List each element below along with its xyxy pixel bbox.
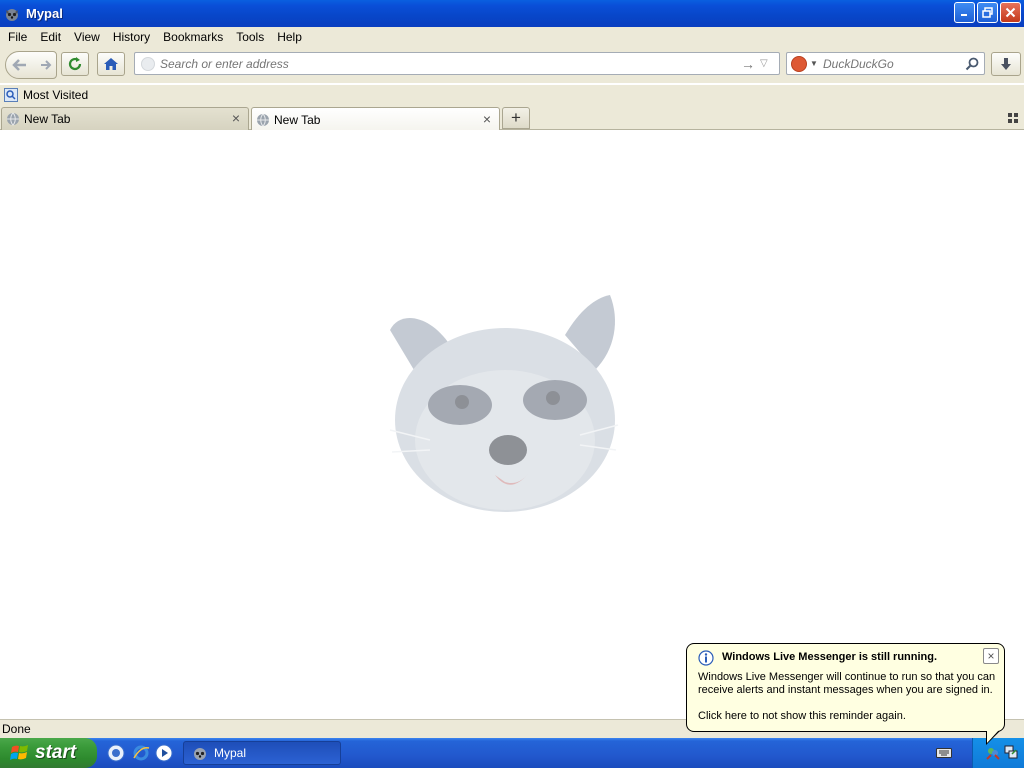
back-button[interactable] <box>6 52 34 78</box>
tab-new-tab-1[interactable]: New Tab × <box>1 107 249 130</box>
search-bar[interactable]: ▼ <box>786 52 985 75</box>
forward-button[interactable] <box>35 52 57 78</box>
windows-logo-icon <box>10 745 28 760</box>
restore-button[interactable] <box>977 2 998 23</box>
raccoon-icon <box>194 748 206 760</box>
list-all-tabs-icon[interactable] <box>1008 113 1020 123</box>
menu-bookmarks[interactable]: Bookmarks <box>158 30 228 44</box>
back-arrow-icon <box>12 59 26 71</box>
tab-title: New Tab <box>274 112 321 127</box>
minimize-icon <box>961 14 967 16</box>
internet-explorer-icon[interactable] <box>132 744 150 762</box>
menu-tools[interactable]: Tools <box>231 30 269 44</box>
reload-button[interactable] <box>61 52 89 76</box>
search-input[interactable] <box>823 56 963 72</box>
new-tab-button[interactable]: + <box>502 107 530 129</box>
menu-help[interactable]: Help <box>272 30 307 44</box>
plus-icon: + <box>511 108 521 127</box>
globe-icon <box>7 112 19 126</box>
go-arrow-icon[interactable]: → <box>741 56 755 72</box>
most-visited-bookmark[interactable]: Most Visited <box>23 88 88 102</box>
messenger-quicklaunch-icon[interactable] <box>107 744 125 762</box>
tab-title: New Tab <box>24 112 71 126</box>
globe-icon <box>257 113 269 127</box>
messenger-tray-icon[interactable] <box>985 745 1001 761</box>
dont-show-reminder-link[interactable]: Click here to not show this reminder aga… <box>698 710 906 722</box>
site-identity-icon[interactable] <box>141 57 155 71</box>
tab-new-tab-2[interactable]: New Tab × <box>251 107 500 131</box>
url-bar[interactable]: → ▽ <box>134 52 780 75</box>
back-forward-group <box>5 51 57 79</box>
taskbar: start Mypal <box>0 738 1024 768</box>
balloon-message: Windows Live Messenger will continue to … <box>698 671 996 696</box>
magnifier-icon[interactable] <box>964 56 980 72</box>
start-button[interactable]: start <box>0 738 97 768</box>
menu-history[interactable]: History <box>108 30 155 44</box>
raccoon-icon <box>6 8 18 21</box>
bookmarks-toolbar: Most Visited <box>0 85 1024 105</box>
close-icon: × <box>987 649 995 663</box>
menu-view[interactable]: View <box>69 30 105 44</box>
forward-arrow-icon <box>41 60 52 70</box>
info-icon <box>698 650 714 666</box>
menu-file[interactable]: File <box>3 30 32 44</box>
minimize-button[interactable] <box>954 2 975 23</box>
navigation-toolbar: → ▽ ▼ <box>0 47 1024 83</box>
taskbar-item-mypal[interactable]: Mypal <box>183 741 341 765</box>
address-input[interactable] <box>160 56 720 72</box>
home-button[interactable] <box>97 52 125 76</box>
close-tab-icon[interactable]: × <box>229 111 243 126</box>
balloon-pointer-fill <box>987 730 999 743</box>
balloon-title: Windows Live Messenger is still running. <box>722 651 938 663</box>
menu-bar: File Edit View History Bookmarks Tools H… <box>0 27 1024 47</box>
close-button[interactable] <box>1000 2 1021 23</box>
downloads-button[interactable] <box>991 52 1021 76</box>
media-player-icon[interactable] <box>155 744 173 762</box>
home-icon <box>104 58 118 70</box>
close-tab-icon[interactable]: × <box>480 112 494 127</box>
url-dropdown-icon[interactable]: ▽ <box>760 56 774 72</box>
start-label: start <box>35 742 77 763</box>
status-text: Done <box>2 722 31 736</box>
most-visited-icon <box>4 88 18 102</box>
search-engine-dropdown-icon[interactable]: ▼ <box>810 56 818 72</box>
duckduckgo-icon[interactable] <box>791 56 807 72</box>
taskbar-item-label: Mypal <box>214 746 247 760</box>
download-arrow-icon <box>1001 58 1011 70</box>
page-content[interactable] <box>0 130 1024 718</box>
menu-edit[interactable]: Edit <box>35 30 66 44</box>
network-tray-icon[interactable] <box>1003 744 1019 760</box>
keyboard-icon[interactable] <box>936 746 952 760</box>
reload-icon <box>68 57 82 71</box>
balloon-close-button[interactable]: × <box>983 648 999 664</box>
notification-balloon[interactable]: Windows Live Messenger is still running.… <box>686 643 1005 732</box>
raccoon-logo-image <box>389 295 619 512</box>
tab-strip: New Tab × New Tab × + <box>0 105 1024 131</box>
window-title: Mypal <box>26 6 63 21</box>
close-icon <box>1005 7 1016 18</box>
restore-icon <box>982 7 993 18</box>
title-bar[interactable]: Mypal <box>0 0 1024 27</box>
